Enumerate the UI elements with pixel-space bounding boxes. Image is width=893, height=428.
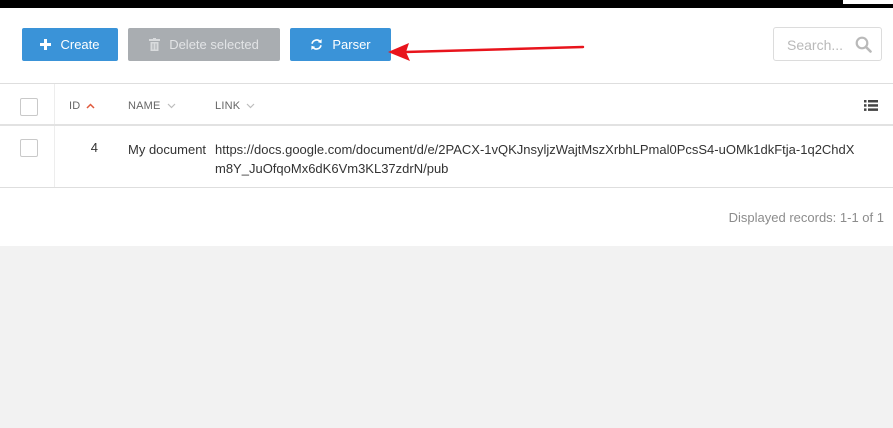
delete-selected-button[interactable]: Delete selected <box>128 28 280 61</box>
trash-icon <box>149 38 161 51</box>
refresh-icon <box>310 38 323 51</box>
row-link[interactable]: https://docs.google.com/document/d/e/2PA… <box>215 140 855 178</box>
search-icon[interactable] <box>855 36 872 58</box>
search-input[interactable]: Search... <box>773 27 882 61</box>
column-header-link[interactable]: LINK <box>215 100 255 112</box>
grid-footer: Displayed records: 1-1 of 1 <box>0 188 893 246</box>
row-checkbox[interactable] <box>20 139 38 157</box>
sort-ascending-icon <box>86 103 95 109</box>
parser-button[interactable]: Parser <box>290 28 391 61</box>
annotation-arrow <box>388 43 585 61</box>
row-id: 4 <box>90 140 98 155</box>
column-header-link-label: LINK <box>215 100 241 112</box>
search-placeholder: Search... <box>787 37 844 53</box>
parser-button-label: Parser <box>332 37 371 52</box>
delete-selected-label: Delete selected <box>169 37 259 52</box>
create-button[interactable]: Create <box>22 28 118 61</box>
chevron-down-icon <box>246 103 255 109</box>
column-header-name-label: NAME <box>128 100 161 112</box>
column-divider <box>54 126 55 187</box>
plus-icon <box>40 39 52 50</box>
table-row[interactable]: 4 My document https://docs.google.com/do… <box>0 126 893 188</box>
column-header-id-label: ID <box>69 100 81 112</box>
list-icon[interactable] <box>864 98 878 116</box>
select-all-checkbox[interactable] <box>20 98 38 116</box>
column-header-name[interactable]: NAME <box>128 100 176 112</box>
records-info: Displayed records: 1-1 of 1 <box>728 210 884 225</box>
column-divider <box>54 84 55 124</box>
create-button-label: Create <box>60 37 100 52</box>
window-top-bar <box>0 0 893 8</box>
column-header-id[interactable]: ID <box>69 100 95 112</box>
chevron-down-icon <box>167 103 176 109</box>
table-header: ID NAME LINK <box>0 83 893 126</box>
row-name: My document <box>128 142 207 157</box>
data-grid: ID NAME LINK 4 My document https://docs.… <box>0 83 893 246</box>
top-bar-corner <box>843 0 893 4</box>
